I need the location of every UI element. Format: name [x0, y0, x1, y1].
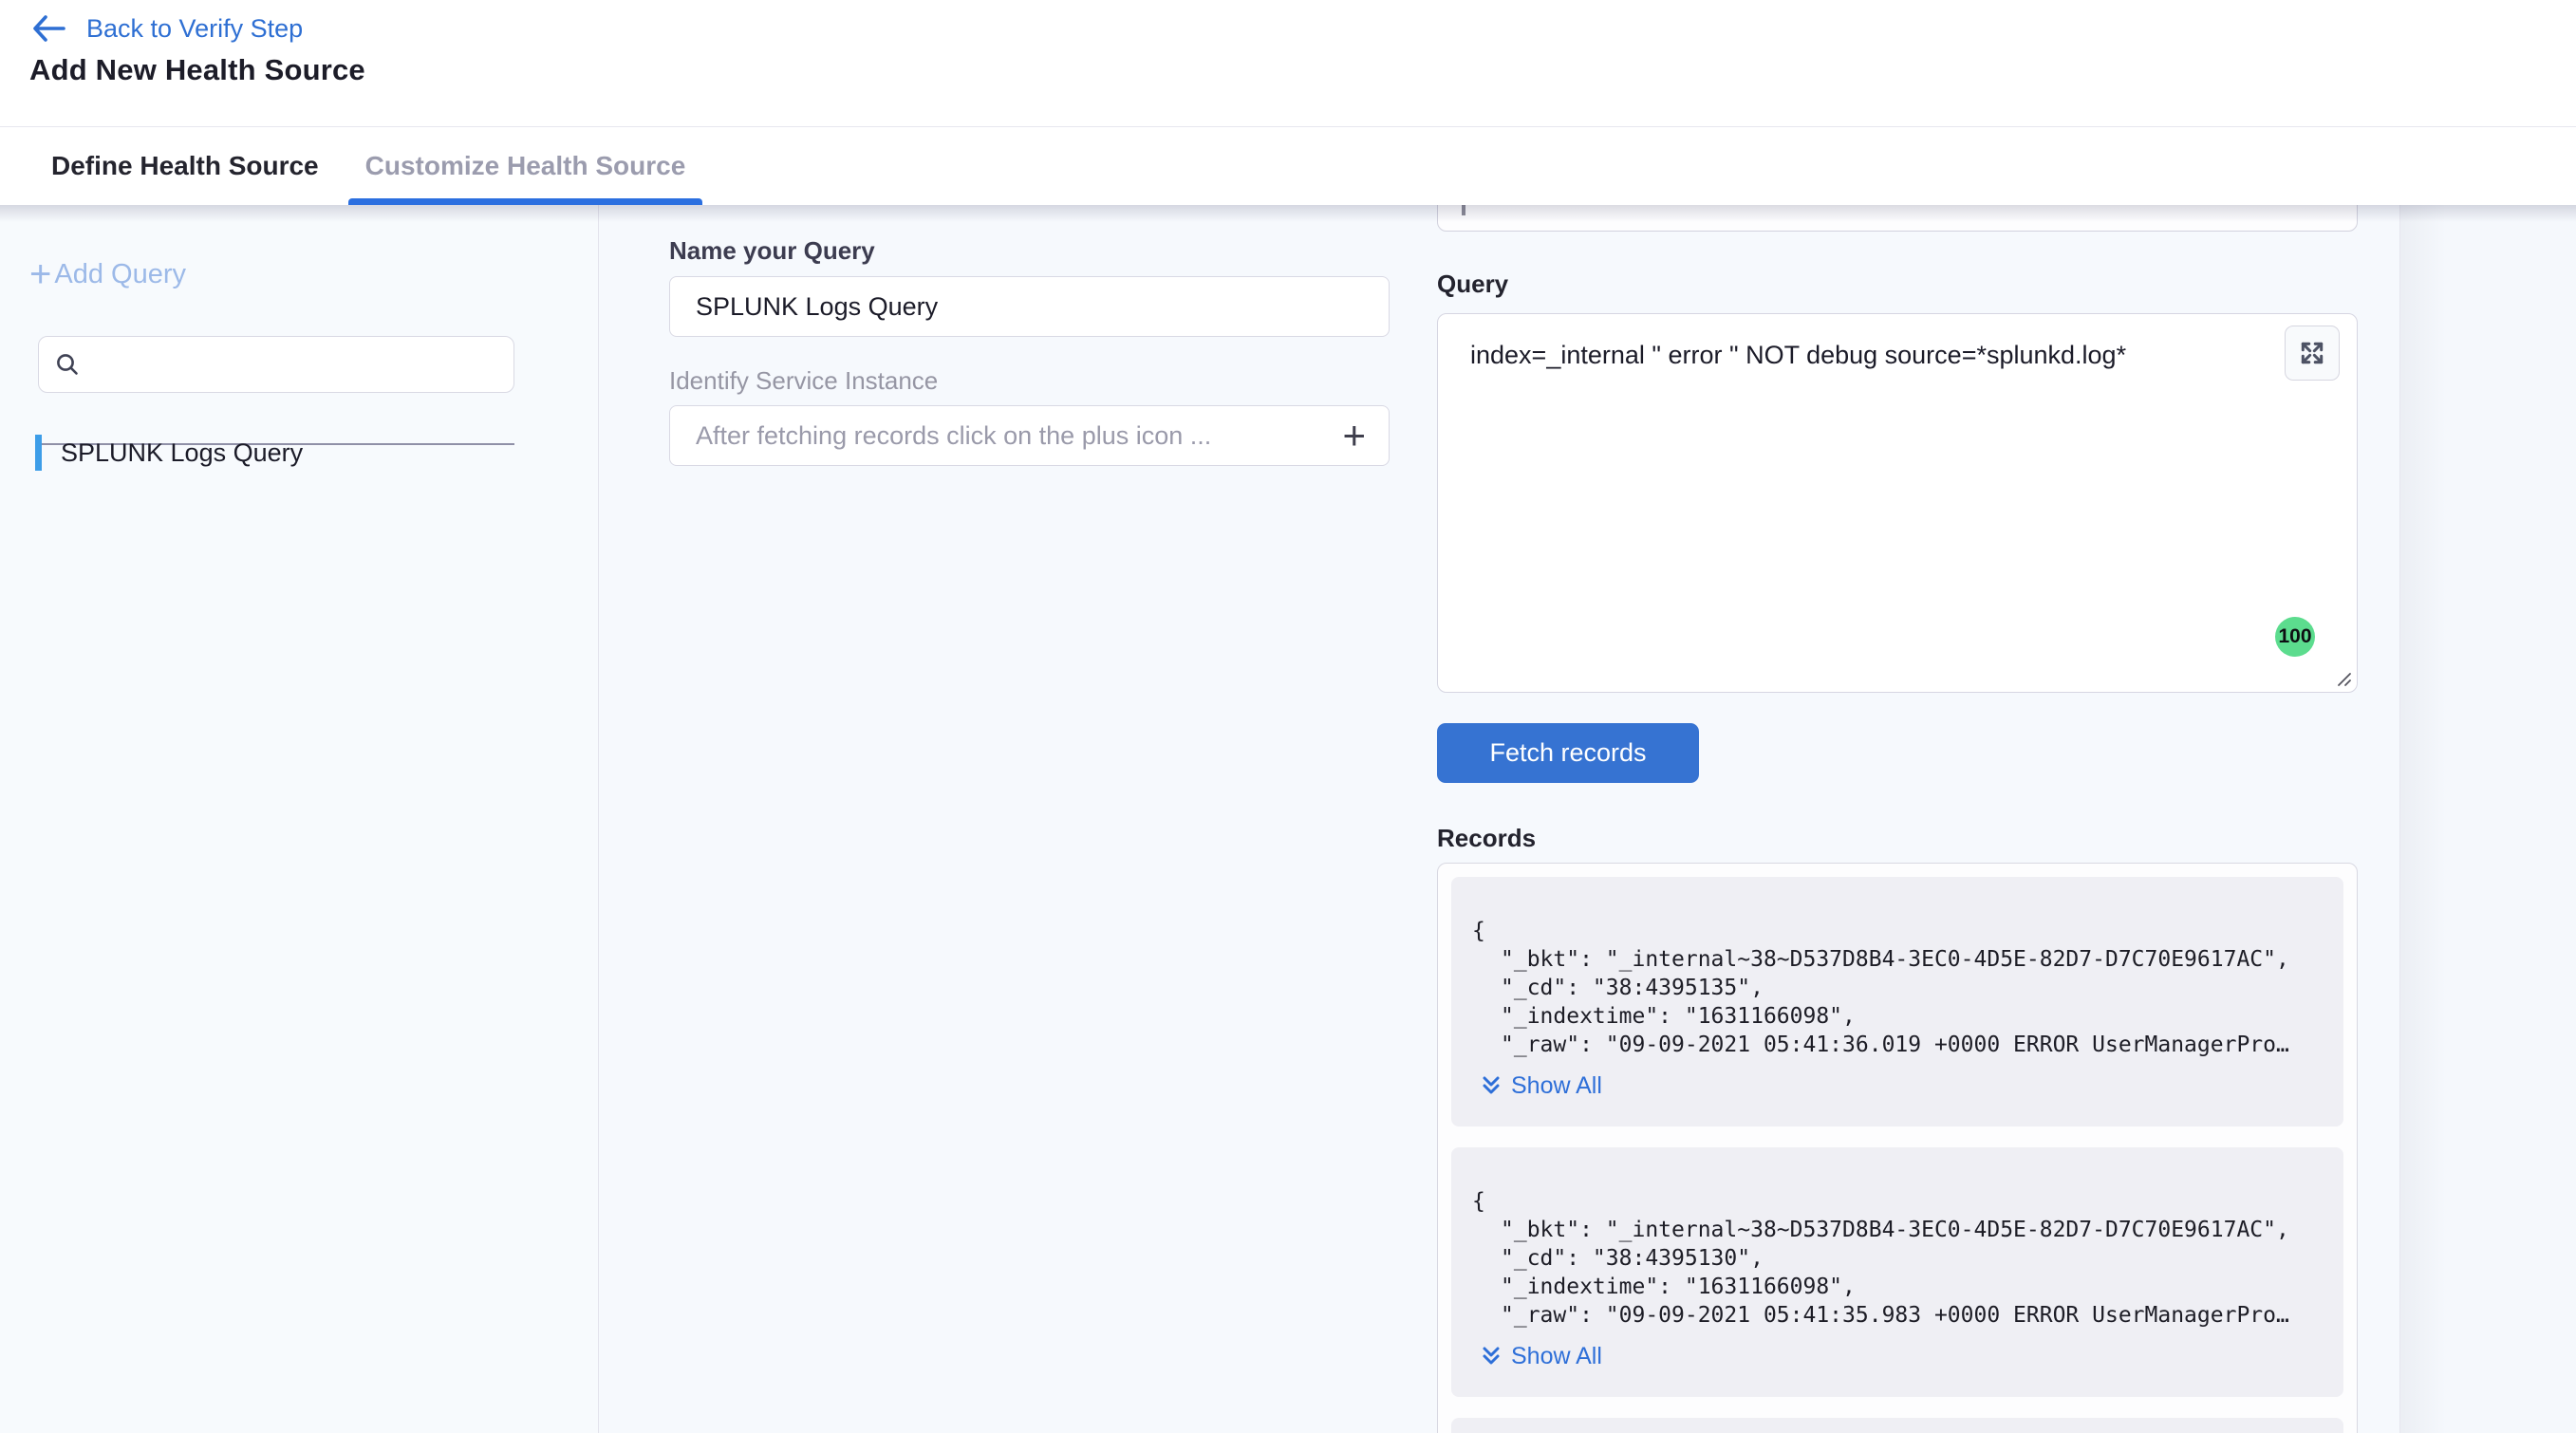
query-sidebar: + Add Query SPLUNK Logs Query: [0, 205, 599, 1433]
resize-grip-icon[interactable]: [2331, 666, 2352, 687]
expand-query-button[interactable]: [2285, 326, 2340, 381]
record-json-field: "_cd": "38:4395130",: [1472, 1244, 2321, 1273]
show-all-label: Show All: [1511, 1072, 1602, 1100]
add-query-label: Add Query: [54, 259, 186, 290]
double-chevron-down-icon: [1480, 1345, 1503, 1369]
record-card: { "_bkt": "_internal~38~D537D8B4-3EC0-4D…: [1451, 877, 2343, 1126]
fetch-records-button[interactable]: Fetch records: [1437, 723, 1699, 783]
search-input[interactable]: [92, 337, 513, 392]
query-item-label: SPLUNK Logs Query: [61, 438, 303, 468]
sidebar-item-splunk-logs-query[interactable]: SPLUNK Logs Query: [35, 435, 529, 471]
record-count-badge: 100: [2275, 617, 2315, 657]
plus-icon: +: [29, 258, 51, 290]
record-card-partial: [1451, 1418, 2343, 1433]
query-text: index=_internal " error " NOT debug sour…: [1470, 341, 2252, 370]
back-arrow-icon: [31, 14, 65, 43]
clipped-input-above[interactable]: [1437, 205, 2358, 232]
record-open-brace: {: [1472, 917, 2321, 945]
record-json-field: "_indextime": "1631166098",: [1472, 1002, 2321, 1031]
clipped-input-caret: [1462, 205, 1465, 215]
right-background-strip: [2399, 205, 2576, 1433]
search-icon: [55, 352, 81, 378]
show-all-link[interactable]: Show All: [1480, 1072, 2321, 1100]
tab-customize-health-source[interactable]: Customize Health Source: [348, 127, 703, 205]
query-search-box: [38, 336, 514, 393]
content-area: + Add Query SPLUNK Logs Query Name your …: [0, 205, 2576, 1433]
expand-icon: [2299, 340, 2325, 366]
double-chevron-down-icon: [1480, 1074, 1503, 1099]
records-list: { "_bkt": "_internal~38~D537D8B4-3EC0-4D…: [1451, 877, 2343, 1397]
service-instance-field: +: [669, 405, 1390, 466]
show-all-link[interactable]: Show All: [1480, 1343, 2321, 1370]
record-json-field: "_raw": "09-09-2021 05:41:35.983 +0000 E…: [1472, 1301, 2321, 1330]
record-fields: "_bkt": "_internal~38~D537D8B4-3EC0-4D5E…: [1472, 1216, 2321, 1330]
name-your-query-label: Name your Query: [669, 236, 875, 266]
query-editor[interactable]: index=_internal " error " NOT debug sour…: [1437, 313, 2358, 693]
records-label: Records: [1437, 824, 1536, 853]
query-label: Query: [1437, 270, 1508, 299]
page-title: Add New Health Source: [29, 53, 365, 87]
record-json-field: "_raw": "09-09-2021 05:41:36.019 +0000 E…: [1472, 1031, 2321, 1059]
add-query-button[interactable]: + Add Query: [29, 258, 186, 290]
records-container: { "_bkt": "_internal~38~D537D8B4-3EC0-4D…: [1437, 863, 2358, 1433]
selected-indicator-bar: [35, 435, 42, 471]
page-header: Back to Verify Step Add New Health Sourc…: [0, 0, 2576, 126]
add-health-source-page: Back to Verify Step Add New Health Sourc…: [0, 0, 2576, 1433]
tab-define-health-source[interactable]: Define Health Source: [34, 127, 336, 205]
record-open-brace: {: [1472, 1187, 2321, 1216]
health-source-tabbar: Define Health Source Customize Health So…: [0, 126, 2576, 205]
query-name-field: [669, 276, 1390, 337]
record-fields: "_bkt": "_internal~38~D537D8B4-3EC0-4D5E…: [1472, 945, 2321, 1059]
record-json-field: "_cd": "38:4395135",: [1472, 974, 2321, 1002]
identify-service-instance-label: Identify Service Instance: [669, 366, 938, 396]
back-link-label: Back to Verify Step: [86, 14, 303, 44]
show-all-label: Show All: [1511, 1343, 1602, 1370]
back-to-verify-step-link[interactable]: Back to Verify Step: [31, 9, 303, 47]
record-card: { "_bkt": "_internal~38~D537D8B4-3EC0-4D…: [1451, 1147, 2343, 1397]
record-json-field: "_indextime": "1631166098",: [1472, 1273, 2321, 1301]
service-instance-input[interactable]: [696, 421, 1342, 451]
query-name-input[interactable]: [696, 292, 1366, 322]
add-service-instance-plus-icon[interactable]: +: [1342, 417, 1366, 455]
record-json-field: "_bkt": "_internal~38~D537D8B4-3EC0-4D5E…: [1472, 1216, 2321, 1244]
record-json-field: "_bkt": "_internal~38~D537D8B4-3EC0-4D5E…: [1472, 945, 2321, 974]
